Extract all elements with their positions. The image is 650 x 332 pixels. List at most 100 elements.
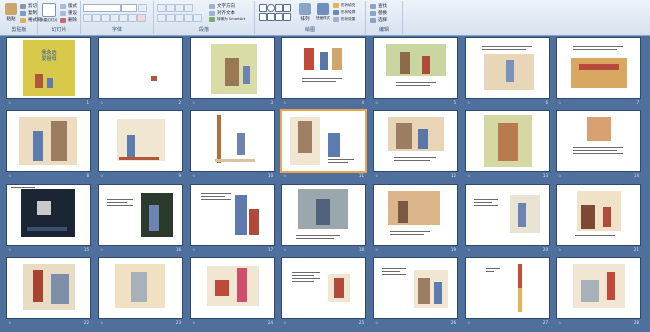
triangle-shape[interactable]	[259, 13, 267, 21]
shape-fill-button[interactable]: 形状填充	[333, 3, 355, 8]
slide-thumbnail-2[interactable]: ☆ 2	[99, 38, 182, 105]
oval-shape[interactable]	[267, 4, 275, 12]
slide-thumbnail-23[interactable]: ☆ 23	[99, 258, 182, 325]
align-text-icon	[209, 10, 215, 16]
strikethrough-button[interactable]	[110, 14, 119, 22]
slide-thumbnail-25[interactable]: ☆ 25	[282, 258, 365, 325]
slide-thumbnail-9[interactable]: ☆ 9	[99, 111, 182, 178]
slide-number: 14	[633, 173, 639, 178]
text-line	[292, 281, 314, 282]
slide-thumbnail-20[interactable]: ☆ 20	[466, 185, 549, 252]
reset-button[interactable]: 重设	[60, 10, 77, 16]
text-line	[107, 205, 133, 206]
increase-indent-button[interactable]	[184, 4, 193, 12]
decrease-indent-button[interactable]	[175, 4, 184, 12]
copy-button[interactable]: 复制	[20, 10, 37, 16]
grandpa-figure	[396, 123, 412, 149]
slide-thumbnail-22[interactable]: ☆ 22	[7, 258, 90, 325]
numbering-button[interactable]	[166, 4, 175, 12]
font-size-combo[interactable]	[121, 4, 137, 12]
slide-thumbnail-6[interactable]: ☆ 6	[466, 38, 549, 105]
char-spacing-button[interactable]	[128, 14, 137, 22]
shape-effects-button[interactable]: 形状效果	[333, 17, 355, 22]
justify-button[interactable]	[184, 14, 193, 22]
text-line	[296, 238, 334, 239]
slide-thumbnail-11[interactable]: ☆ 11	[282, 111, 365, 178]
slide-thumbnail-27[interactable]: ☆ 27	[466, 258, 549, 325]
slide-thumbnail-15[interactable]: ☆ 15	[7, 185, 90, 252]
cut-button[interactable]: 剪切	[20, 3, 37, 9]
grow-font-button[interactable]	[138, 4, 147, 12]
figure-tan	[332, 48, 342, 70]
slide-thumbnail-4[interactable]: ☆ 4	[282, 38, 365, 105]
slide-transition-icon: ☆	[375, 173, 379, 178]
slide-thumbnail-24[interactable]: ☆ 24	[191, 258, 274, 325]
slide-thumbnail-10[interactable]: ☆ 10	[191, 111, 274, 178]
slide-thumbnail-16[interactable]: ☆ 16	[99, 185, 182, 252]
quick-styles-icon	[317, 3, 329, 15]
slide-thumbnail-7[interactable]: ☆ 7	[557, 38, 640, 105]
callout-shape[interactable]	[275, 13, 283, 21]
arrow-shape[interactable]	[283, 4, 291, 12]
rectangle-shape[interactable]	[259, 4, 267, 12]
bullets-button[interactable]	[157, 4, 166, 12]
reset-icon	[60, 10, 66, 16]
underline-button[interactable]	[101, 14, 110, 22]
font-color-button[interactable]	[137, 14, 146, 22]
align-text-button[interactable]: 对齐文本	[209, 10, 235, 16]
italic-button[interactable]	[92, 14, 101, 22]
delete-button[interactable]: 删除	[60, 17, 77, 23]
bold-button[interactable]	[83, 14, 92, 22]
slide-thumbnail-28[interactable]: ☆ 28	[557, 258, 640, 325]
select-button[interactable]: 选择	[370, 17, 387, 23]
figure-red	[304, 48, 314, 70]
smartart-icon	[209, 17, 215, 22]
align-right-button[interactable]	[175, 14, 184, 22]
shape-outline-button[interactable]: 形状轮廓	[333, 10, 355, 15]
text-line	[394, 157, 436, 158]
replace-button[interactable]: 替换	[370, 10, 387, 16]
slides-group-label: 幻灯片	[51, 27, 67, 33]
slide-thumbnail-26[interactable]: ☆ 26	[374, 258, 457, 325]
find-button[interactable]: 查找	[370, 3, 387, 9]
figure	[316, 199, 330, 225]
slide-thumbnail-14[interactable]: ☆ 14	[557, 111, 640, 178]
shadow-button[interactable]	[119, 14, 128, 22]
slide-number: 15	[83, 247, 89, 252]
slide-transition-icon: ☆	[558, 173, 562, 178]
slide-transition-icon: ☆	[467, 320, 471, 325]
slide-number: 9	[178, 173, 181, 178]
slide-thumbnail-13[interactable]: ☆ 13	[466, 111, 549, 178]
pole-stripe	[518, 288, 522, 312]
text-line	[382, 274, 406, 275]
slide-thumbnail-5[interactable]: ☆ 5	[374, 38, 457, 105]
slide-thumbnail-3[interactable]: ☆ 3	[191, 38, 274, 105]
slide-thumbnail-17[interactable]: ☆ 17	[191, 185, 274, 252]
font-name-combo[interactable]	[83, 4, 121, 12]
slide-thumbnail-1[interactable]: 我永远 爱祖母 ☆ 1	[7, 38, 90, 105]
slide-thumbnail-21[interactable]: ☆ 21	[557, 185, 640, 252]
slide-thumbnail-8[interactable]: ☆ 8	[7, 111, 90, 178]
smartart-button[interactable]: 转换为 SmartArt	[209, 17, 245, 22]
slide-thumbnail-18[interactable]: ☆ 18	[282, 185, 365, 252]
slide-thumbnail-12[interactable]: ☆ 12	[374, 111, 457, 178]
slide-number: 16	[175, 247, 181, 252]
brace-shape[interactable]	[283, 13, 291, 21]
star-shape[interactable]	[267, 13, 275, 21]
layout-button[interactable]: 版式	[60, 3, 77, 9]
figure	[506, 60, 514, 82]
text-direction-button[interactable]: 文字方向	[209, 3, 235, 9]
line-shape[interactable]	[275, 4, 283, 12]
text-line	[573, 49, 617, 50]
align-center-button[interactable]	[166, 14, 175, 22]
paste-button[interactable]: 粘贴	[3, 3, 19, 25]
slide-thumbnail-19[interactable]: ☆ 19	[374, 185, 457, 252]
align-left-button[interactable]	[157, 14, 166, 22]
new-slide-button[interactable]: 新建幻灯片	[40, 3, 58, 25]
quick-styles-button[interactable]: 快速样式	[315, 3, 331, 25]
arrange-button[interactable]: 排列	[297, 3, 313, 25]
slide-number: 19	[450, 247, 456, 252]
editing-group: 查找 替换 选择 编辑	[366, 1, 403, 34]
text-line	[390, 231, 430, 232]
columns-button[interactable]	[193, 14, 202, 22]
